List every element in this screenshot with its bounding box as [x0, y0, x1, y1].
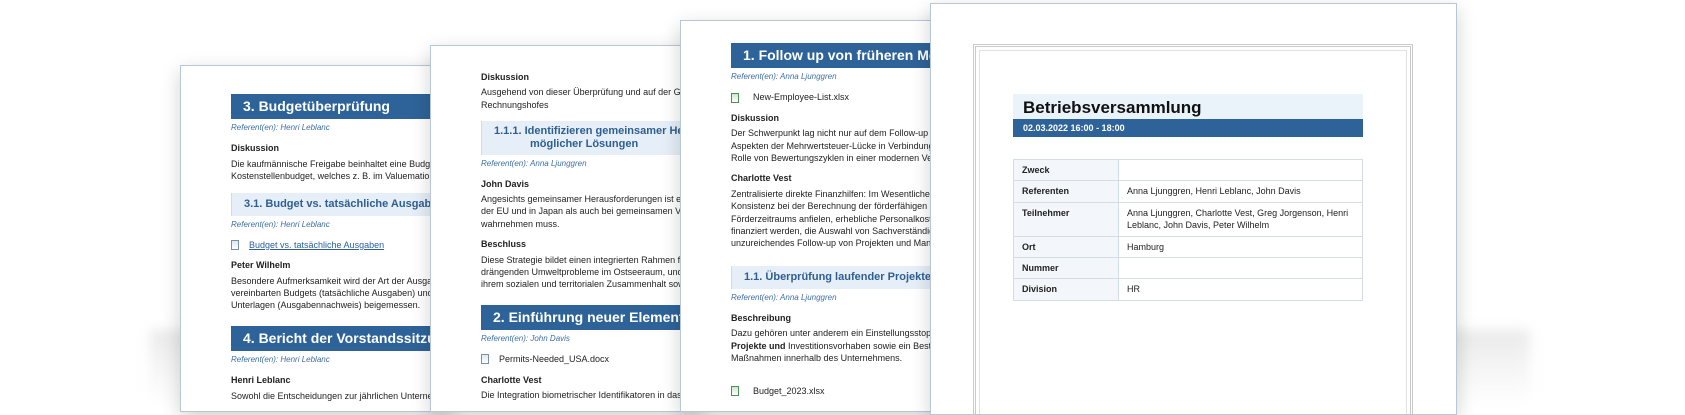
label-speaker: John Davis [481, 178, 530, 189]
text-line: Die kaufmännische Freigabe beinhaltet ei… [231, 158, 445, 169]
label-discussion: Diskussion [481, 72, 530, 82]
text-line: Rolle von Bewertungszyklen in einer mode… [731, 152, 942, 163]
heading-line: möglicher Lösungen [530, 137, 639, 150]
text-line: drängenden Umweltprobleme im Ostseeraum,… [481, 266, 688, 277]
attachment-budget-vs[interactable]: Budget vs. tatsächliche Ausgaben [231, 239, 451, 251]
label-discussion: Diskussion [231, 143, 280, 154]
text-line: Projekte und Investitionsvorhaben sowie … [731, 340, 951, 352]
table-row: Zweck [1013, 158, 1363, 182]
text-line: Der Schwerpunkt lag nicht nur auf dem Fo… [731, 128, 941, 139]
subsection-heading-projects: 1.1. Überprüfung laufender Projekte [731, 265, 951, 289]
text-line: ihrem sozialen und territorialen Zusamme… [481, 279, 687, 290]
spreadsheet-icon [731, 385, 739, 396]
row-key: Teilnehmer [1013, 201, 1119, 237]
section-heading-followup: 1. Follow up von früheren Meetin [731, 43, 951, 69]
label-speaker: Charlotte Vest [731, 173, 792, 184]
row-value: Hamburg [1118, 235, 1363, 259]
text-line: Aspekten der Mehrwertsteuer-Lücke in Ver… [731, 140, 944, 151]
row-key: Division [1013, 278, 1119, 301]
subsection-heading-budget-vs: 3.1. Budget vs. tatsächliche Ausgaben [231, 192, 451, 216]
row-key: Nummer [1013, 257, 1119, 280]
table-row: Ort Hamburg [1013, 235, 1363, 259]
attachment-permits[interactable]: Permits-Needed_USA.docx [481, 353, 701, 365]
text-line: Konsistenz bei der Berechnung der förder… [731, 201, 946, 212]
row-key: Zweck [1013, 158, 1119, 182]
presenter-ref: Referent(en): John Davis [481, 334, 570, 344]
document-page-budget: 3. Budgetüberprüfung Referent(en): Henri… [180, 65, 452, 412]
page-content: 3. Budgetüberprüfung Referent(en): Henri… [181, 94, 451, 402]
document-page-cover: Betriebsversammlung 02.03.2022 16:00 - 1… [930, 3, 1457, 415]
label-speaker: Peter Wilhelm [231, 260, 291, 271]
subsection-heading-challenges: 1.1.1. Identifizieren gemeinsamer Heraus… [481, 121, 702, 155]
text-line: Die Integration biometrischer Identifika… [481, 389, 682, 400]
row-value: Anna Ljunggren, Henri Leblanc, John Davi… [1118, 180, 1363, 203]
presenter-ref: Referent(en): Henri Leblanc [231, 355, 330, 365]
text-line: Zentralisierte direkte Finanzhilfen: Im … [731, 188, 943, 199]
row-key: Ort [1013, 235, 1119, 259]
meeting-date: 02.03.2022 16:00 - 18:00 [1013, 119, 1363, 138]
text-line: Angesichts gemeinsamer Herausforderungen… [481, 193, 693, 204]
table-row: Division HR [1013, 278, 1363, 301]
attachment-employee-list[interactable]: New-Employee-List.xlsx [731, 91, 951, 103]
label-speaker: Charlotte Vest [481, 374, 542, 385]
section-heading-board: 4. Bericht der Vorstandssitzung [231, 325, 451, 352]
text-line: Maßnahmen innerhalb des Unternehmens. [731, 353, 903, 364]
presenter-ref: Referent(en): Henri Leblanc [231, 219, 330, 229]
bold-text: Projekte und [731, 340, 786, 351]
presenter-ref: Referent(en): Anna Ljunggren [731, 292, 837, 302]
attachment-filename[interactable]: New-Employee-List.xlsx [753, 91, 849, 103]
text-line: Besondere Aufmerksamkeit wird der Art de… [231, 275, 443, 286]
document-icon [481, 354, 489, 365]
section-heading-new-elements: 2. Einführung neuer Elemente [481, 304, 701, 331]
document-page-new-elements: Diskussion Ausgehend von dieser Überprüf… [430, 45, 702, 412]
attachment-filename[interactable]: Permits-Needed_USA.docx [499, 353, 609, 365]
spreadsheet-icon [731, 92, 739, 103]
table-row: Referenten Anna Ljunggren, Henri Leblanc… [1013, 180, 1363, 203]
label-discussion: Diskussion [731, 112, 780, 123]
text-fragment: Investitionsvorhaben sowie ein Besta [785, 340, 937, 351]
page-content: Diskussion Ausgehend von dieser Überprüf… [431, 71, 701, 401]
text-line: Dazu gehören unter anderem ein Einstellu… [731, 328, 939, 339]
page-content: 1. Follow up von früheren Meetin Referen… [681, 43, 951, 403]
row-value: HR [1118, 278, 1363, 301]
document-icon [231, 239, 239, 250]
document-page-followup: 1. Follow up von früheren Meetin Referen… [680, 20, 952, 412]
text-line: wahrnehmen muss. [481, 218, 560, 229]
row-value [1118, 257, 1363, 280]
text-line: unzureichendes Follow-up von Projekten u… [731, 238, 942, 249]
text-line: finanziert werden, die Auswahl von Sachv… [731, 226, 940, 236]
presenter-ref: Referent(en): Anna Ljunggren [481, 158, 587, 168]
text-line: Kostenstellenbudget, welches z. B. im Va… [231, 171, 443, 182]
meeting-info-table: Zweck Referenten Anna Ljunggren, Henri L… [1013, 158, 1363, 301]
row-key: Referenten [1013, 180, 1119, 203]
label-decision: Beschluss [481, 239, 527, 250]
text-line: Sowohl die Entscheidungen zur jährlichen… [231, 390, 446, 401]
attachment-budget[interactable]: Budget_2023.xlsx [731, 385, 951, 397]
section-heading-budget: 3. Budgetüberprüfung [231, 94, 451, 120]
attachment-filename[interactable]: Budget_2023.xlsx [753, 385, 825, 397]
meeting-title: Betriebsversammlung [1013, 94, 1363, 122]
label-speaker: Henri Leblanc [231, 375, 291, 386]
text-line: vereinbarten Budgets (tatsächliche Ausga… [231, 287, 446, 298]
row-value [1118, 158, 1363, 182]
table-row: Nummer [1013, 257, 1363, 280]
table-row: Teilnehmer Anna Ljunggren, Charlotte Ves… [1013, 201, 1363, 237]
text-line: Rechnungshofes [481, 99, 549, 110]
text-line: Unterlagen (Ausgabennachweis) beigemesse… [231, 300, 421, 311]
text-line: der EU und in Japan als auch bei gemeins… [481, 206, 699, 217]
heading-line: 1.1.1. Identifizieren gemeinsamer Heraus [494, 125, 702, 138]
attachment-link[interactable]: Budget vs. tatsächliche Ausgaben [249, 239, 384, 251]
label-description: Beschreibung [731, 313, 792, 324]
row-value: Anna Ljunggren, Charlotte Vest, Greg Jor… [1118, 201, 1363, 237]
text-line: Ausgehend von dieser Überprüfung und auf… [481, 87, 694, 98]
text-line: Diese Strategie bildet einen integrierte… [481, 254, 689, 265]
presenter-ref: Referent(en): Anna Ljunggren [731, 72, 837, 82]
text-line: Förderzeitraums anfielen, erhebliche Per… [731, 213, 942, 224]
presenter-ref: Referent(en): Henri Leblanc [231, 123, 330, 133]
